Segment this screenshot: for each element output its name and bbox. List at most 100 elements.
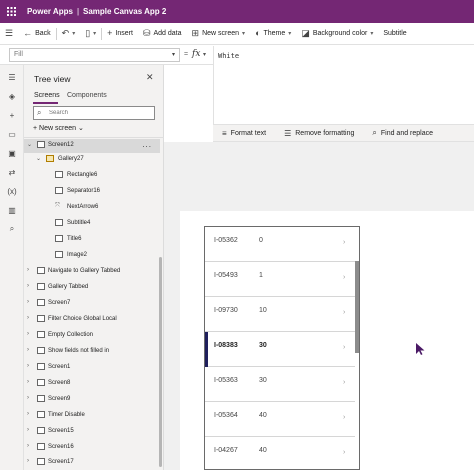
chevron-down-icon[interactable]: ▾ <box>203 51 206 58</box>
plus-icon[interactable]: + <box>6 109 18 121</box>
tree-item-subtitle4[interactable]: Subtitle4 <box>24 217 160 231</box>
tree-search-box[interactable]: ⌕ <box>33 106 155 120</box>
waffle-icon[interactable] <box>0 0 23 23</box>
remove-formatting-button[interactable]: ☰ Remove formatting <box>275 129 363 138</box>
chevron-right-icon[interactable]: › <box>27 443 29 449</box>
tree-item-separator16[interactable]: Separator16 <box>24 185 160 199</box>
search-icon[interactable]: ⌕ <box>6 223 18 235</box>
tree-item-show-fields-not-filled-in[interactable]: › Show fields not filled in <box>24 345 160 359</box>
hamburger-icon[interactable]: ☰ <box>6 71 18 83</box>
chevron-right-icon[interactable]: › <box>27 283 29 289</box>
next-arrow-icon[interactable]: › <box>343 414 345 421</box>
tree-item-gallery27[interactable]: ⌄ Gallery27 <box>24 153 160 167</box>
next-arrow-icon[interactable]: › <box>343 379 345 386</box>
tree-view-panel: Tree view ✕ Screens Components ⌕ + New s… <box>24 65 164 470</box>
gallery-item[interactable]: I-05362 0 › <box>205 227 355 262</box>
gallery-item[interactable]: I-05493 1 › <box>205 262 355 297</box>
tree-item-screen12[interactable]: ⌄ Screen12 ... <box>24 139 160 153</box>
layers-icon[interactable]: ◈ <box>6 90 18 102</box>
insert-button[interactable]: + Insert <box>102 23 138 45</box>
gallery-item[interactable]: I-09730 10 › <box>205 297 355 332</box>
chevron-right-icon[interactable]: › <box>27 458 29 464</box>
tree-item-label: Show fields not filled in <box>48 348 110 354</box>
tree-item-label: Empty Collection <box>48 332 94 338</box>
flow-icon[interactable]: ⇄ <box>6 166 18 178</box>
back-button[interactable]: ← Back <box>18 23 56 45</box>
chevron-right-icon[interactable]: › <box>27 299 29 305</box>
tree-item-screen8[interactable]: › Screen8 <box>24 377 160 391</box>
hamburger-menu-button[interactable]: ☰ <box>0 23 18 45</box>
tree-item-filter-choice-global-local[interactable]: › Filter Choice Global Local <box>24 313 160 327</box>
tab-components[interactable]: Components <box>67 92 107 99</box>
gallery-item-subtitle: 40 <box>259 447 267 454</box>
tree-item-rectangle6[interactable]: Rectangle6 <box>24 169 160 183</box>
next-arrow-icon[interactable]: › <box>343 239 345 246</box>
tree-scrollbar[interactable] <box>159 257 162 467</box>
find-replace-button[interactable]: ⌕ Find and replace <box>363 128 442 138</box>
title-bar: Power Apps | Sample Canvas App 2 <box>0 0 474 23</box>
chevron-right-icon[interactable]: › <box>27 267 29 273</box>
chevron-right-icon[interactable]: › <box>27 411 29 417</box>
tree-item-screen17[interactable]: › Screen17 <box>24 456 160 470</box>
app-name[interactable]: Power Apps <box>23 7 73 16</box>
tree-item-screen9[interactable]: › Screen9 <box>24 393 160 407</box>
gallery-item[interactable]: I-05364 40 › <box>205 402 355 437</box>
paste-button[interactable]: ▯ ▾ <box>80 23 101 45</box>
chevron-right-icon[interactable]: › <box>27 347 29 353</box>
tree-item-timer-disable[interactable]: › Timer Disable <box>24 409 160 423</box>
next-arrow-icon[interactable]: › <box>343 274 345 281</box>
new-screen-tree-label: New screen <box>39 125 77 132</box>
tree-item-title6[interactable]: Title6 <box>24 233 160 247</box>
tree-item-screen15[interactable]: › Screen15 <box>24 425 160 439</box>
chevron-right-icon[interactable]: › <box>27 363 29 369</box>
tree-search-input[interactable] <box>49 108 149 118</box>
screen-icon <box>37 411 45 418</box>
gallery-item-selected[interactable]: I-08383 30 › <box>205 332 355 367</box>
tools-icon[interactable]: ▥ <box>6 204 18 216</box>
new-screen-tree-button[interactable]: + New screen ⌄ <box>33 124 84 132</box>
tree-item-gallery-tabbed[interactable]: › Gallery Tabbed <box>24 281 160 295</box>
tree-item-empty-collection[interactable]: › Empty Collection <box>24 329 160 343</box>
formula-editor[interactable]: White <box>213 46 474 124</box>
tree-item-screen7[interactable]: › Screen7 <box>24 297 160 311</box>
tree-item-screen1[interactable]: › Screen1 <box>24 361 160 375</box>
left-rail: ☰ ◈ + ▭ ▣ ⇄ (x) ▥ ⌕ <box>0 65 24 470</box>
tree-item-label: Image2 <box>67 252 88 258</box>
gallery[interactable]: I-05362 0 › I-05493 1 › I-09730 10 › I-0… <box>204 226 360 470</box>
gallery-item[interactable]: I-04267 40 › <box>205 437 355 469</box>
tab-screens[interactable]: Screens <box>34 92 60 99</box>
add-data-button[interactable]: ⛁ Add data <box>138 23 187 45</box>
chevron-right-icon[interactable]: › <box>27 379 29 385</box>
gallery-scrollbar[interactable] <box>355 261 359 353</box>
tree-item-nextarrow6[interactable]: ⤧ NextArrow6 <box>24 201 160 215</box>
more-options-icon[interactable]: ... <box>142 140 152 149</box>
tree-item-label: Gallery27 <box>58 156 84 162</box>
background-color-button[interactable]: ◪ Background color ▾ <box>296 23 378 45</box>
formula-text[interactable]: White <box>218 52 239 60</box>
active-tab-indicator <box>33 102 58 104</box>
next-arrow-icon[interactable]: › <box>343 309 345 316</box>
close-icon[interactable]: ✕ <box>146 72 154 83</box>
tree-item-navigate-to-gallery-tabbed[interactable]: › Navigate to Gallery Tabbed <box>24 265 160 279</box>
next-arrow-icon[interactable]: › <box>343 344 345 351</box>
chevron-down-icon[interactable]: ⌄ <box>36 155 41 162</box>
theme-button[interactable]: ◐ Theme ▾ <box>250 23 296 45</box>
media-icon[interactable]: ▣ <box>6 147 18 159</box>
fx-icon[interactable]: fx <box>192 49 200 59</box>
variables-icon[interactable]: (x) <box>6 185 18 197</box>
chevron-right-icon[interactable]: › <box>27 395 29 401</box>
chevron-right-icon[interactable]: › <box>27 427 29 433</box>
chevron-down-icon[interactable]: ⌄ <box>27 141 32 148</box>
chevron-right-icon[interactable]: › <box>27 315 29 321</box>
next-arrow-icon[interactable]: › <box>343 449 345 456</box>
data-icon[interactable]: ▭ <box>6 128 18 140</box>
tree-item-screen16[interactable]: › Screen16 <box>24 441 160 455</box>
format-text-button[interactable]: ≡ Format text <box>213 129 275 138</box>
new-screen-button[interactable]: ⊞ New screen ▾ <box>187 23 251 45</box>
chevron-right-icon[interactable]: › <box>27 331 29 337</box>
gallery-item[interactable]: I-05363 30 › <box>205 367 355 402</box>
tree-item-image2[interactable]: Image2 <box>24 249 160 263</box>
property-dropdown[interactable]: Fill ▾ <box>9 48 180 62</box>
undo-button[interactable]: ↶ ▾ <box>57 23 81 45</box>
subtitle-button[interactable]: Subtitle <box>378 23 411 45</box>
